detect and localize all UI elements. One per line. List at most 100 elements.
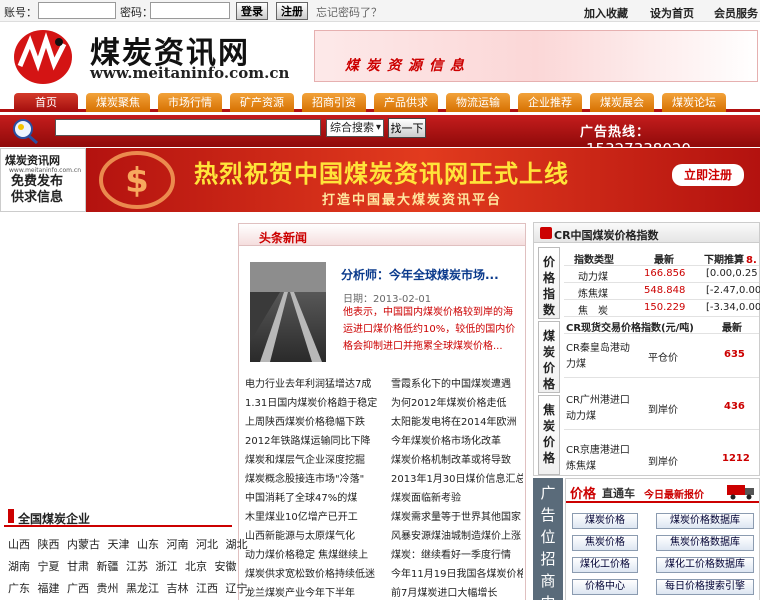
tab-coal-focus[interactable]: 煤炭聚焦 [86, 93, 150, 112]
news-link[interactable]: 2012年铁路煤运输同比下降 [245, 432, 387, 447]
province-link[interactable]: 宁夏 [38, 560, 60, 573]
news-link[interactable]: 动力煤价格稳定 焦煤继续上 [245, 546, 387, 561]
news-link[interactable]: 煤炭价格机制改革或将导致 [391, 451, 523, 466]
province-link[interactable]: 天津 [108, 538, 130, 551]
news-link[interactable]: 前7月煤炭进口大幅增长 [391, 584, 523, 599]
province-link[interactable]: 广东 [8, 582, 30, 595]
news-link[interactable]: 今年煤炭价格市场化改革 [391, 432, 523, 447]
province-link[interactable]: 吉林 [167, 582, 189, 595]
ad-hotline-label: 广告热线： [580, 125, 651, 140]
news-link[interactable]: 山西新能源与太原煤气化 [245, 527, 387, 542]
news-link[interactable]: 煤炭需求量等于世界其他国家 [391, 508, 523, 523]
province-link[interactable]: 湖南 [8, 560, 30, 573]
province-link[interactable]: 江西 [196, 582, 218, 595]
free-post-banner[interactable]: 煤炭资讯网 www.meitaninfo.com.cn 免费发布 供求信息 [0, 148, 86, 212]
member-service-link[interactable]: 会员服务 [714, 5, 758, 21]
news-link[interactable]: 雪霞系化下的中国煤炭遭遇 [391, 375, 523, 390]
tab-mineral[interactable]: 矿产资源 [230, 93, 294, 112]
enterprises-header: 全国煤炭企业 [4, 507, 232, 527]
province-link[interactable]: 山东 [137, 538, 159, 551]
coke-price-button[interactable]: 焦炭价格 [572, 535, 638, 551]
coal-price-button[interactable]: 煤炭价格 [572, 513, 638, 529]
tab-enterprise[interactable]: 企业推荐 [518, 93, 582, 112]
col-latest: 最新 [654, 255, 674, 266]
province-link[interactable]: 湖北 [226, 538, 248, 551]
province-link[interactable]: 北京 [185, 560, 207, 573]
tab-forum[interactable]: 煤炭论坛 [662, 93, 726, 112]
register-now-button[interactable]: 立即注册 [672, 164, 744, 186]
province-link[interactable]: 陕西 [38, 538, 60, 551]
news-link[interactable]: 上周陕西煤炭价格稳幅下跌 [245, 413, 387, 428]
divider [564, 333, 759, 334]
province-link[interactable]: 辽宁 [226, 582, 248, 595]
province-link[interactable]: 贵州 [97, 582, 119, 595]
coal-chem-price-db-button[interactable]: 煤化工价格数据库 [656, 557, 754, 573]
news-link[interactable]: 煤炭概念股接连市场"冷落" [245, 470, 387, 485]
province-link[interactable]: 安徽 [215, 560, 237, 573]
news-link[interactable]: 太阳能发电将在2014年欧洲 [391, 413, 523, 428]
search-button[interactable]: 找一下 [388, 118, 426, 138]
feature-photo[interactable] [250, 262, 326, 362]
vertical-ad-banner[interactable]: 广告位招商中 [533, 478, 563, 600]
feature-news-title[interactable]: 分析师：今年全球煤炭市场... [341, 266, 499, 283]
price-center-button[interactable]: 价格中心 [572, 579, 638, 595]
province-link[interactable]: 河南 [167, 538, 189, 551]
coal-price-db-button[interactable]: 煤炭价格数据库 [656, 513, 754, 529]
tab-price-index[interactable]: 价格指数 [538, 247, 560, 319]
news-link[interactable]: 中国消耗了全球47%的煤 [245, 489, 387, 504]
news-link[interactable]: 2013年1月30日煤价信息汇总 [391, 470, 523, 485]
tab-coal-price[interactable]: 煤炭价格 [538, 321, 560, 393]
spot-name-cell[interactable]: CR京唐港进口炼焦煤 [566, 443, 630, 475]
tab-logistics[interactable]: 物流运输 [446, 93, 510, 112]
news-link[interactable]: 电力行业去年利润猛增达7成 [245, 375, 387, 390]
tab-price-index-label: 价格指数 [543, 255, 556, 317]
news-link[interactable]: 1.31日国内煤炭价格趋于稳定 [245, 394, 387, 409]
province-link[interactable]: 河北 [196, 538, 218, 551]
news-link[interactable]: 煤炭面临新考验 [391, 489, 523, 504]
tab-investment[interactable]: 招商引资 [302, 93, 366, 112]
news-link[interactable]: 煤炭和煤层气企业深度挖掘 [245, 451, 387, 466]
news-link[interactable]: 风暴安源煤油城制造煤价上涨 [391, 527, 523, 542]
set-homepage-link[interactable]: 设为首页 [650, 5, 694, 21]
search-type-select[interactable]: 综合搜索 [326, 119, 384, 137]
tab-home[interactable]: 首页 [14, 93, 78, 112]
daily-price-search-button[interactable]: 每日价格搜索引擎 [656, 579, 754, 595]
news-link[interactable]: 龙兰煤炭产业今年下半年 [245, 584, 387, 599]
divider [564, 316, 759, 317]
tab-market[interactable]: 市场行情 [158, 93, 222, 112]
search-input[interactable] [55, 119, 321, 136]
tab-exhibition[interactable]: 煤炭展会 [590, 93, 654, 112]
add-favorite-link[interactable]: 加入收藏 [584, 5, 628, 21]
province-link[interactable]: 福建 [38, 582, 60, 595]
tab-coke-price[interactable]: 焦炭价格 [538, 395, 560, 475]
spot-name-cell[interactable]: CR秦皇岛港动力煤 [566, 341, 630, 373]
account-input[interactable] [38, 2, 116, 19]
coal-chem-price-button[interactable]: 煤化工价格 [572, 557, 638, 573]
coke-price-db-button[interactable]: 焦炭价格数据库 [656, 535, 754, 551]
logo-icon[interactable] [12, 28, 74, 86]
news-link[interactable]: 煤炭：继续看好一季度行情 [391, 546, 523, 561]
header-banner[interactable]: 煤炭资源信息 [314, 30, 758, 82]
province-link[interactable]: 黑龙江 [126, 582, 159, 595]
search-bar: 综合搜索 找一下 广告热线：15327338020 [0, 115, 760, 158]
tab-supply-demand[interactable]: 产品供求 [374, 93, 438, 112]
province-link[interactable]: 甘肃 [67, 560, 89, 573]
province-link[interactable]: 江苏 [126, 560, 148, 573]
login-button[interactable]: 登录 [236, 2, 268, 20]
news-link[interactable]: 为何2012年煤炭价格走低 [391, 394, 523, 409]
forgot-password-link[interactable]: 忘记密码了？ [316, 4, 382, 20]
launch-banner[interactable]: $ 热烈祝贺中国煤炭资讯网正式上线 打造中国最大煤炭资讯平台 立即注册 [86, 148, 760, 212]
province-link[interactable]: 广西 [67, 582, 89, 595]
province-link[interactable]: 山西 [8, 538, 30, 551]
index-latest-cell: 548.848 [644, 285, 686, 296]
spot-value-cell: 436 [724, 401, 745, 412]
news-link[interactable]: 煤炭供求宽松致价格持续低迷 [245, 565, 387, 580]
province-link[interactable]: 浙江 [156, 560, 178, 573]
password-input[interactable] [150, 2, 230, 19]
province-link[interactable]: 内蒙古 [67, 538, 100, 551]
spot-name-cell[interactable]: CR广州港进口动力煤 [566, 393, 630, 425]
register-button[interactable]: 注册 [276, 2, 308, 20]
province-link[interactable]: 新疆 [97, 560, 119, 573]
news-link[interactable]: 今年11月19日我国各煤炭价格 [391, 565, 523, 580]
news-link[interactable]: 木里煤业10亿增产已开工 [245, 508, 387, 523]
